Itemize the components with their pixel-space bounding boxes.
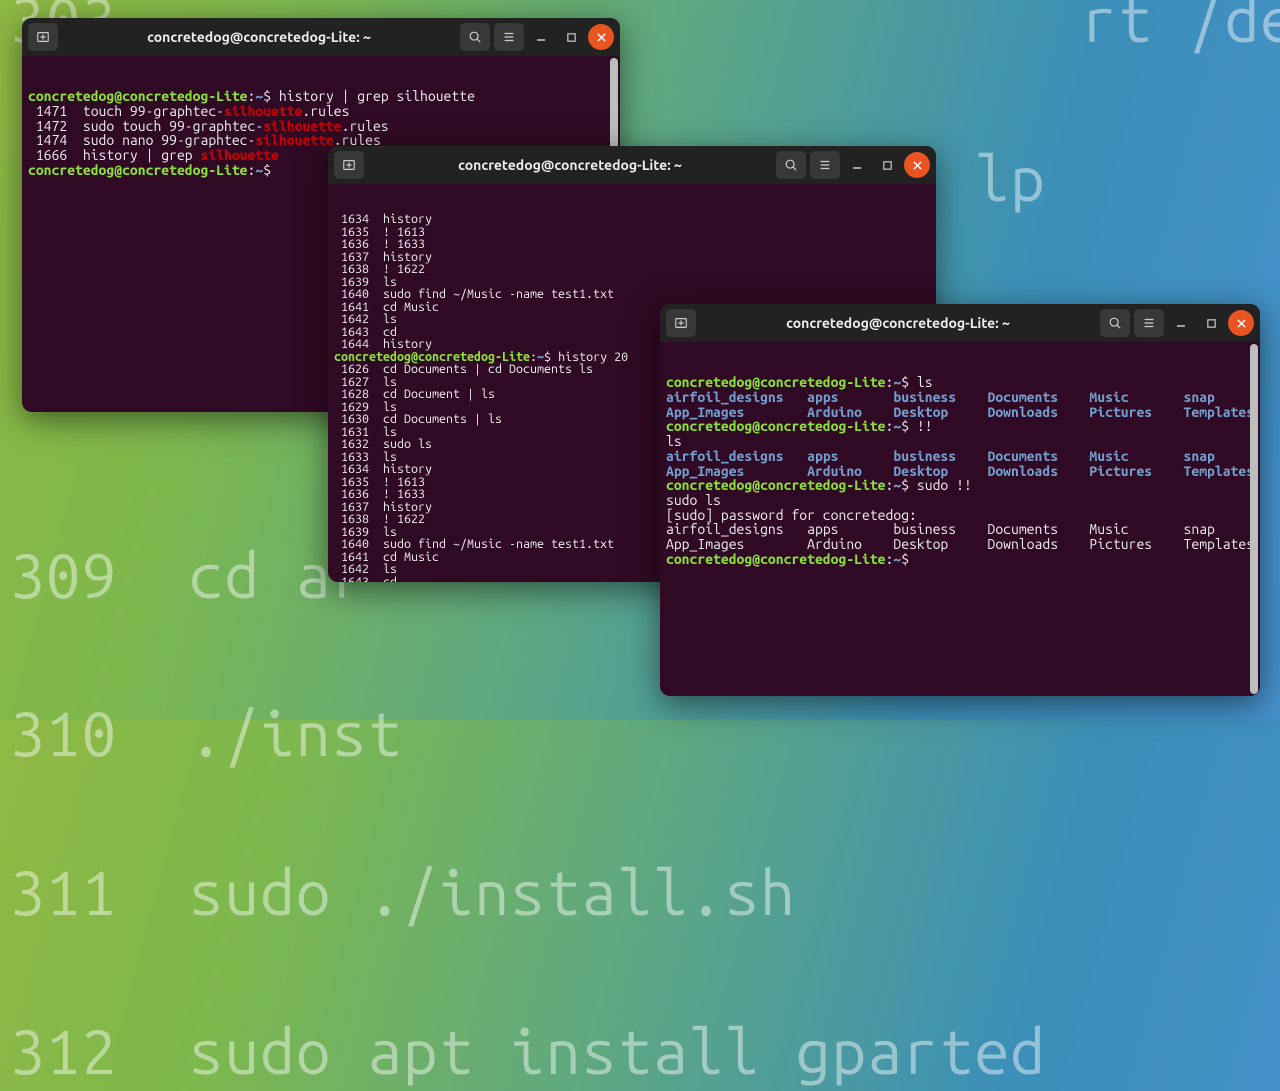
new-tab-icon: [36, 30, 50, 44]
search-icon: [1108, 316, 1122, 330]
close-icon: [1236, 318, 1247, 329]
titlebar[interactable]: concretedog@concretedog-Lite: ~: [660, 304, 1260, 342]
window-title: concretedog@concretedog-Lite: ~: [58, 29, 460, 45]
maximize-icon: [1206, 318, 1217, 329]
new-tab-button[interactable]: [334, 151, 364, 179]
hamburger-icon: [1142, 316, 1156, 330]
window-title: concretedog@concretedog-Lite: ~: [364, 157, 776, 173]
minimize-icon: [535, 31, 547, 43]
minimize-icon: [1175, 317, 1187, 329]
new-tab-icon: [342, 158, 356, 172]
hamburger-icon: [502, 30, 516, 44]
close-button[interactable]: [1228, 310, 1254, 336]
titlebar[interactable]: concretedog@concretedog-Lite: ~: [22, 18, 620, 56]
new-tab-button[interactable]: [666, 309, 696, 337]
titlebar[interactable]: concretedog@concretedog-Lite: ~: [328, 146, 936, 184]
minimize-button[interactable]: [844, 152, 870, 178]
search-icon: [784, 158, 798, 172]
minimize-icon: [851, 159, 863, 171]
new-tab-icon: [674, 316, 688, 330]
maximize-icon: [882, 160, 893, 171]
search-button[interactable]: [1100, 309, 1130, 337]
maximize-button[interactable]: [558, 24, 584, 50]
menu-button[interactable]: [810, 151, 840, 179]
window-title: concretedog@concretedog-Lite: ~: [696, 315, 1100, 331]
maximize-button[interactable]: [874, 152, 900, 178]
minimize-button[interactable]: [1168, 310, 1194, 336]
close-icon: [912, 160, 923, 171]
scrollbar[interactable]: [1250, 344, 1258, 694]
hamburger-icon: [818, 158, 832, 172]
scrollbar-thumb[interactable]: [1250, 344, 1258, 694]
close-icon: [596, 32, 607, 43]
minimize-button[interactable]: [528, 24, 554, 50]
close-button[interactable]: [904, 152, 930, 178]
maximize-button[interactable]: [1198, 310, 1224, 336]
search-button[interactable]: [776, 151, 806, 179]
terminal-window-3: concretedog@concretedog-Lite: ~ concrete…: [660, 304, 1260, 696]
terminal-output[interactable]: concretedog@concretedog-Lite:~$ ls airfo…: [660, 342, 1260, 696]
search-icon: [468, 30, 482, 44]
search-button[interactable]: [460, 23, 490, 51]
maximize-icon: [566, 32, 577, 43]
close-button[interactable]: [588, 24, 614, 50]
new-tab-button[interactable]: [28, 23, 58, 51]
menu-button[interactable]: [1134, 309, 1164, 337]
menu-button[interactable]: [494, 23, 524, 51]
